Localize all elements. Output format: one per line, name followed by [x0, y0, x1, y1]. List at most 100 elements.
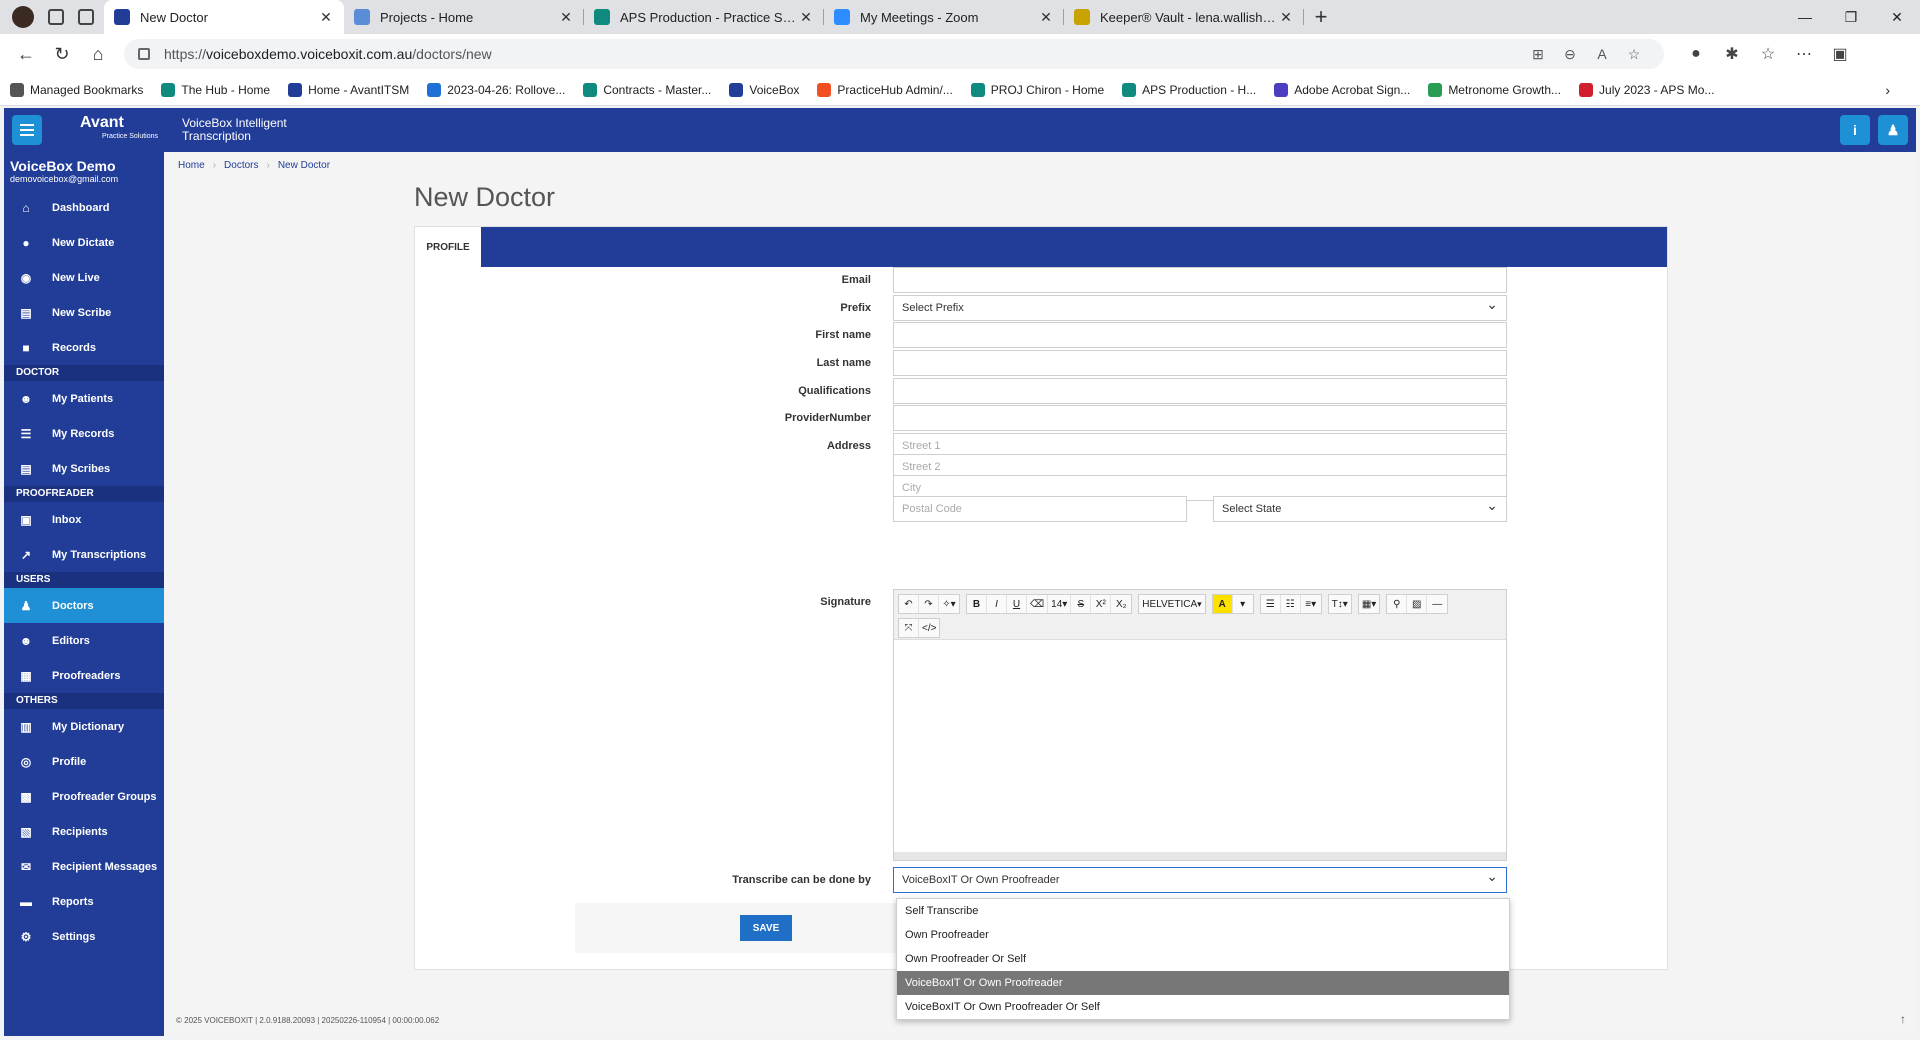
info-icon[interactable]: i: [1840, 115, 1870, 145]
bookmark-item[interactable]: July 2023 - APS Mo...: [1579, 82, 1714, 97]
transcribe-select[interactable]: VoiceBoxIT Or Own Proofreader: [893, 864, 1507, 893]
workspaces-icon[interactable]: [48, 9, 64, 25]
sidebar-toggle-icon[interactable]: ▣: [1822, 44, 1858, 64]
bookmark-item[interactable]: Adobe Acrobat Sign...: [1274, 82, 1410, 97]
email-field[interactable]: [893, 267, 1507, 293]
link-icon[interactable]: ⚲: [1387, 595, 1408, 613]
numbered-list-icon[interactable]: ☷: [1281, 595, 1301, 613]
dropdown-option[interactable]: Own Proofreader Or Self: [897, 947, 1509, 971]
tab-close-icon[interactable]: ✕: [1038, 9, 1054, 26]
bookmark-item[interactable]: PROJ Chiron - Home: [970, 82, 1104, 97]
prefix-select[interactable]: Select Prefix: [893, 292, 1507, 321]
zoom-icon[interactable]: ⊖: [1554, 46, 1586, 63]
sidebar-item-proofreaders[interactable]: ▦ Proofreaders: [4, 658, 164, 693]
bullet-list-icon[interactable]: ☰: [1261, 595, 1281, 613]
magic-style-icon[interactable]: ✧▾: [939, 595, 959, 613]
sidebar-item-records[interactable]: ■ Records: [4, 330, 164, 365]
fullscreen-icon[interactable]: ⤧: [899, 619, 919, 637]
app-available-icon[interactable]: ⊞: [1522, 46, 1554, 63]
sidebar-item-reports[interactable]: ▬ Reports: [4, 884, 164, 919]
editor-resize-handle[interactable]: [894, 852, 1506, 860]
postal-code-field[interactable]: Postal Code: [893, 496, 1187, 522]
browser-tab[interactable]: New Doctor ✕: [104, 0, 344, 34]
sidebar-item-new-scribe[interactable]: ▤ New Scribe: [4, 295, 164, 330]
tab-close-icon[interactable]: ✕: [798, 9, 814, 26]
favorites-icon[interactable]: ☆: [1750, 44, 1786, 64]
extensions-puzzle-icon[interactable]: ✱: [1714, 44, 1750, 64]
restore-button[interactable]: ❐: [1828, 0, 1874, 34]
sidebar-item-new-dictate[interactable]: ● New Dictate: [4, 225, 164, 260]
state-select[interactable]: Select State: [1213, 493, 1507, 522]
home-icon[interactable]: ⌂: [80, 44, 116, 65]
back-icon[interactable]: ←: [8, 44, 44, 65]
sidebar-item-my-patients[interactable]: ☻ My Patients: [4, 381, 164, 416]
tab-close-icon[interactable]: ✕: [558, 9, 574, 26]
bookmark-item[interactable]: PracticeHub Admin/...: [817, 82, 953, 97]
sidebar-item-my-scribes[interactable]: ▤ My Scribes: [4, 451, 164, 486]
bookmark-item[interactable]: Contracts - Master...: [583, 82, 711, 97]
sidebar-item-recipient-messages[interactable]: ✉ Recipient Messages: [4, 849, 164, 884]
bookmark-item[interactable]: Home - AvantITSM: [288, 82, 409, 97]
image-icon[interactable]: ▨: [1407, 595, 1428, 613]
sidebar-item-dashboard[interactable]: ⌂ Dashboard: [4, 190, 164, 225]
dropdown-option[interactable]: Self Transcribe: [897, 899, 1509, 923]
bookmark-item[interactable]: The Hub - Home: [161, 82, 270, 97]
italic-icon[interactable]: I: [987, 595, 1007, 613]
user-icon[interactable]: ♟: [1878, 115, 1908, 145]
first-name-field[interactable]: [893, 322, 1507, 348]
refresh-icon[interactable]: ↻: [44, 44, 80, 65]
favorite-star-icon[interactable]: ☆: [1618, 46, 1650, 63]
tab-close-icon[interactable]: ✕: [318, 9, 334, 26]
lock-icon[interactable]: [138, 48, 150, 60]
sidebar-item-editors[interactable]: ☻ Editors: [4, 623, 164, 658]
font-name-select[interactable]: HELVETICA ▾: [1139, 595, 1204, 613]
bookmarks-more-icon[interactable]: ›: [1885, 82, 1890, 98]
table-icon[interactable]: ▦▾: [1359, 595, 1379, 613]
sidebar-item-doctors[interactable]: ♟ Doctors: [4, 588, 164, 623]
strikethrough-icon[interactable]: S: [1071, 595, 1092, 613]
minimize-button[interactable]: —: [1782, 0, 1828, 34]
provider-number-field[interactable]: [893, 405, 1507, 431]
sidebar-item-my-records[interactable]: ☰ My Records: [4, 416, 164, 451]
editor-content-area[interactable]: [894, 640, 1506, 852]
code-view-icon[interactable]: </>: [919, 619, 939, 637]
eraser-icon[interactable]: ⌫: [1027, 595, 1049, 613]
extension-icon[interactable]: ●: [1678, 45, 1714, 63]
dropdown-option[interactable]: Own Proofreader: [897, 923, 1509, 947]
bookmark-item[interactable]: Managed Bookmarks: [10, 82, 143, 97]
horizontal-rule-icon[interactable]: —: [1427, 595, 1447, 613]
bookmark-item[interactable]: Metronome Growth...: [1428, 82, 1561, 97]
save-button[interactable]: SAVE: [740, 915, 792, 941]
breadcrumb-doctors[interactable]: Doctors: [224, 160, 258, 171]
new-tab-button[interactable]: +: [1304, 4, 1338, 30]
paragraph-align-icon[interactable]: ≡▾: [1301, 595, 1321, 613]
profile-avatar[interactable]: [12, 6, 34, 28]
tab-profile[interactable]: PROFILE: [415, 227, 481, 267]
bookmark-item[interactable]: APS Production - H...: [1122, 82, 1256, 97]
text-color-icon[interactable]: A: [1212, 595, 1233, 613]
url-field[interactable]: https://voiceboxdemo.voiceboxit.com.au/d…: [124, 39, 1664, 69]
more-menu-icon[interactable]: ⋯: [1786, 44, 1822, 64]
redo-icon[interactable]: ↷: [919, 595, 939, 613]
browser-tab[interactable]: Keeper® Vault - lena.wallish@ho ✕: [1064, 0, 1304, 34]
browser-tab[interactable]: My Meetings - Zoom ✕: [824, 0, 1064, 34]
last-name-field[interactable]: [893, 350, 1507, 376]
bold-icon[interactable]: B: [967, 595, 987, 613]
font-size-select[interactable]: 14 ▾: [1048, 595, 1072, 613]
breadcrumb-home[interactable]: Home: [178, 160, 205, 171]
sidebar-item-proofreader-groups[interactable]: ▩ Proofreader Groups: [4, 779, 164, 814]
menu-toggle-icon[interactable]: [12, 115, 42, 145]
subscript-icon[interactable]: X₂: [1111, 595, 1131, 613]
superscript-icon[interactable]: X²: [1091, 595, 1112, 613]
dropdown-option[interactable]: VoiceBoxIT Or Own Proofreader: [897, 971, 1509, 995]
browser-tab[interactable]: Projects - Home ✕: [344, 0, 584, 34]
browser-tab[interactable]: APS Production - Practice Service ✕: [584, 0, 824, 34]
undo-icon[interactable]: ↶: [899, 595, 919, 613]
underline-icon[interactable]: U: [1007, 595, 1027, 613]
scroll-top-icon[interactable]: ↑: [1900, 1012, 1906, 1026]
sidebar-item-inbox[interactable]: ▣ Inbox: [4, 502, 164, 537]
bookmark-item[interactable]: VoiceBox: [729, 82, 799, 97]
close-window-button[interactable]: ✕: [1874, 0, 1920, 34]
qualifications-field[interactable]: [893, 378, 1507, 404]
sidebar-item-recipients[interactable]: ▧ Recipients: [4, 814, 164, 849]
